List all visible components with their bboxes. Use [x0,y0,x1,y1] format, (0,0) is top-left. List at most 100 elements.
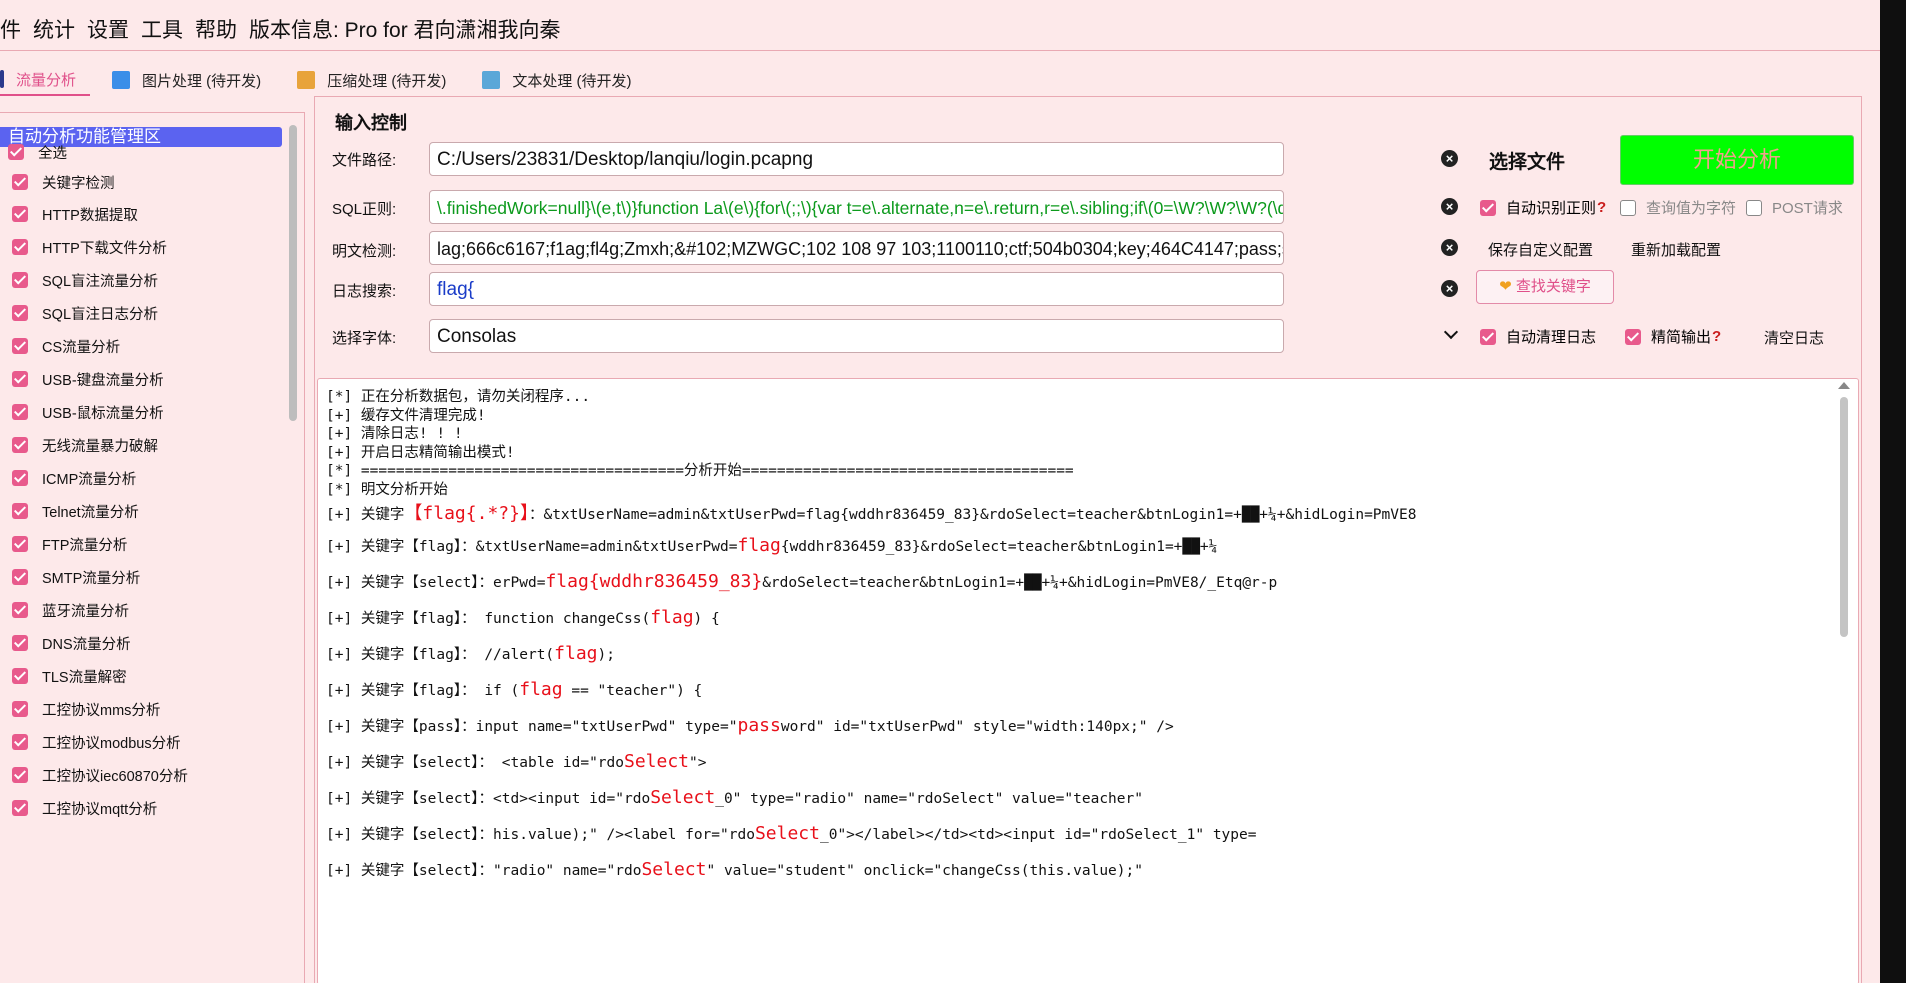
checkbox-checked[interactable] [12,536,28,552]
checkbox-checked[interactable] [12,437,28,453]
clear-file-path-icon[interactable]: × [1441,150,1458,167]
checkbox-checked[interactable] [8,144,24,160]
clear-plaintext-icon[interactable]: × [1441,239,1458,256]
auto-regex-option[interactable]: 自动识别正则 ? [1480,197,1606,218]
sidebar-item[interactable]: HTTP下载文件分析 [12,236,167,258]
sidebar-item[interactable]: USB-鼠标流量分析 [12,401,164,423]
reload-config-button[interactable]: 重新加载配置 [1631,239,1721,260]
checkbox-checked[interactable] [12,470,28,486]
scroll-up-icon[interactable] [1838,382,1850,389]
log-line: [*] 正在分析数据包，请勿关闭程序... [326,385,590,406]
checkbox-checked[interactable] [12,174,28,190]
menu-bar: 件 统计 设置 工具 帮助 版本信息: Pro for 君向潇湘我向秦 [0,8,1880,51]
log-keyword-highlight: flag{wddhr836459_83} [545,571,763,592]
sidebar-item-label: CS流量分析 [42,339,121,356]
sidebar-item[interactable]: SQL盲注流量分析 [12,269,158,291]
sidebar-scrollbar[interactable] [289,125,297,421]
log-text: [*] 正在分析数据包，请勿关闭程序... [326,389,591,405]
find-keyword-button[interactable]: ❤ 查找关键字 [1476,270,1614,304]
log-line: [*] ====================================… [326,459,1074,480]
sidebar-item[interactable]: HTTP数据提取 [12,203,138,225]
sidebar-item-label: DNS流量分析 [42,636,131,653]
log-text: &rdoSelect=teacher&btnLogin1=+██+¼+&hidL… [762,575,1278,591]
log-output[interactable]: [*] 正在分析数据包，请勿关闭程序... [+] 缓存文件清理完成! [+] 清除… [317,378,1859,983]
start-analysis-button[interactable]: 开始分析 [1620,135,1854,185]
log-text: [+] 关键字【select】：erPwd= [326,575,546,591]
log-line: [+] 关键字【select】： <table id="rdoSelect"> [326,751,707,772]
menu-file[interactable]: 件 [0,14,27,44]
tab-traffic-analysis[interactable]: 流量分析 [0,64,91,96]
log-line: [+] 关键字【select】：<td><input id="rdoSelect… [326,787,1143,808]
clear-log-button[interactable]: 清空日志 [1764,327,1824,348]
sidebar-item[interactable]: 无线流量暴力破解 [12,434,158,456]
checkbox-checked[interactable] [12,206,28,222]
menu-settings[interactable]: 设置 [81,14,135,44]
sidebar-item[interactable]: 蓝牙流量分析 [12,599,129,621]
checkbox-checked[interactable] [12,734,28,750]
concise-output-option[interactable]: 精简输出 ? [1625,326,1721,347]
checkbox-checked[interactable] [12,668,28,684]
sidebar-item[interactable]: FTP流量分析 [12,533,127,555]
log-keyword-highlight: flag [737,535,781,556]
checkbox-checked[interactable] [12,305,28,321]
sidebar-item[interactable]: 工控协议iec60870分析 [12,764,188,786]
sidebar-item[interactable]: Telnet流量分析 [12,500,139,522]
tab-text-processing[interactable]: 文本处理 (待开发) [482,65,645,95]
sidebar-item[interactable]: ICMP流量分析 [12,467,136,489]
sidebar-item[interactable]: TLS流量解密 [12,665,127,687]
log-scrollbar[interactable] [1840,397,1848,637]
query-as-char-option[interactable]: 查询值为字符 [1620,197,1736,218]
checkbox-checked[interactable] [1480,199,1496,216]
checkbox-checked[interactable] [12,767,28,783]
checkbox-checked[interactable] [1625,328,1641,345]
checkbox-checked[interactable] [12,239,28,255]
clear-log-search-icon[interactable]: × [1441,280,1458,297]
sidebar-item[interactable]: SQL盲注日志分析 [12,302,158,324]
sidebar-item[interactable]: SMTP流量分析 [12,566,140,588]
tab-compression[interactable]: 压缩处理 (待开发) [297,65,460,95]
checkbox-checked[interactable] [12,503,28,519]
sidebar-item[interactable]: 工控协议mqtt分析 [12,797,157,819]
checkbox-checked[interactable] [12,602,28,618]
checkbox-checked[interactable] [12,371,28,387]
checkbox-checked[interactable] [12,404,28,420]
log-line: [+] 清除日志! ! ! [326,422,463,443]
save-config-button[interactable]: 保存自定义配置 [1488,239,1593,260]
checkbox-unchecked[interactable] [1620,199,1636,216]
menu-version[interactable]: 版本信息: Pro for 君向潇湘我向秦 [243,14,567,44]
sql-regex-input[interactable]: \.finishedWork=null}\(e,t\)}function La\… [429,190,1284,224]
checkbox-checked[interactable] [12,800,28,816]
post-request-option[interactable]: POST请求 [1746,197,1843,218]
menu-help[interactable]: 帮助 [189,14,243,44]
select-file-button[interactable]: 选择文件 [1489,147,1565,174]
help-icon: ? [1597,199,1607,216]
log-search-input[interactable]: flag{ [429,272,1284,306]
sidebar-item[interactable]: 工控协议mms分析 [12,698,160,720]
checkbox-checked[interactable] [1480,328,1496,345]
sidebar-item[interactable]: DNS流量分析 [12,632,131,654]
tab-image-processing[interactable]: 图片处理 (待开发) [112,65,275,95]
checkbox-unchecked[interactable] [1746,199,1762,216]
chevron-down-icon[interactable] [1443,324,1459,340]
log-line: [+] 关键字【flag{.*?}】：&txtUserName=admin&tx… [326,499,1416,525]
checkbox-checked[interactable] [12,569,28,585]
menu-stats[interactable]: 统计 [27,14,81,44]
desktop-background [1880,0,1906,983]
menu-tools[interactable]: 工具 [135,14,189,44]
image-icon [112,71,131,89]
sidebar-item[interactable]: CS流量分析 [12,335,120,357]
sidebar-item[interactable]: 工控协议modbus分析 [12,731,181,753]
plaintext-input[interactable]: lag;666c6167;f1ag;fl4g;Zmxh;&#102;MZWGC;… [429,231,1284,265]
log-text: " value="student" onclick="changeCss(thi… [706,863,1143,879]
sidebar-item[interactable]: 关键字检测 [12,171,115,193]
font-select[interactable]: Consolas [429,319,1284,353]
checkbox-checked[interactable] [12,635,28,651]
clear-sql-regex-icon[interactable]: × [1441,198,1458,215]
checkbox-checked[interactable] [12,272,28,288]
auto-clear-option[interactable]: 自动清理日志 [1480,326,1596,347]
sidebar-item[interactable]: 全选 [8,141,67,163]
checkbox-checked[interactable] [12,701,28,717]
checkbox-checked[interactable] [12,338,28,354]
file-path-input[interactable]: C:/Users/23831/Desktop/lanqiu/login.pcap… [429,142,1284,176]
sidebar-item[interactable]: USB-键盘流量分析 [12,368,164,390]
